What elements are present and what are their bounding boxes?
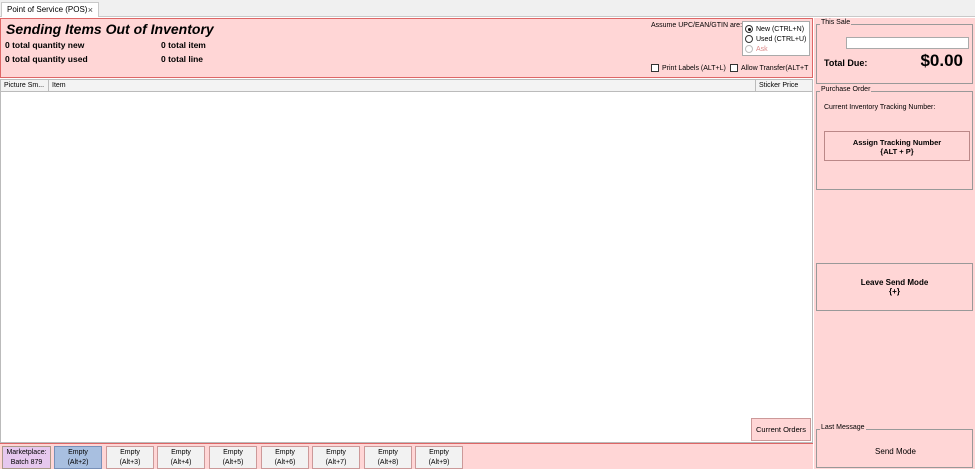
leave-button-label: Leave Send Mode (860, 278, 929, 287)
slot-label: Empty (120, 449, 140, 456)
held-sale-slot[interactable]: Empty (Alt+6) (261, 446, 309, 469)
tab-point-of-service[interactable]: Point of Service (POS) × (1, 2, 99, 17)
page-title: Sending Items Out of Inventory (6, 21, 214, 37)
radio-ask-option: Ask (745, 45, 768, 53)
grid-header: Picture Sm... Item Sticker Price (1, 80, 812, 92)
last-message-text: Send Mode (875, 447, 916, 456)
column-header-item[interactable]: Item (49, 80, 756, 92)
slot-shortcut: (Alt+7) (325, 459, 347, 466)
purchase-order-group: Purchase Order Current Inventory Trackin… (816, 86, 973, 190)
held-sale-slot[interactable]: Empty (Alt+4) (157, 446, 205, 469)
radio-new-label: New (CTRL+N) (756, 25, 805, 33)
slot-label: Empty (326, 449, 346, 456)
checkbox-icon[interactable] (651, 64, 659, 72)
batch-footer: Marketplace: Batch 879 Empty (Alt+2) Empt… (0, 443, 813, 469)
radio-ask-label: Ask (756, 45, 768, 53)
slot-shortcut: (Alt+3) (119, 459, 141, 466)
print-labels-checkbox[interactable]: Print Labels (ALT+L) (651, 64, 726, 72)
marketplace-batch-button[interactable]: Marketplace: Batch 879 (2, 446, 51, 469)
checkbox-icon[interactable] (730, 64, 738, 72)
slot-label: Empty (378, 449, 398, 456)
current-orders-button[interactable]: Current Orders (751, 418, 811, 441)
slot-label: Empty (223, 449, 243, 456)
close-icon[interactable]: × (88, 3, 93, 17)
radio-new-option[interactable]: New (CTRL+N) (745, 25, 804, 33)
batch-label: Marketplace: (6, 449, 47, 456)
assume-upc-label: Assume UPC/EAN/GTIN are: (651, 22, 743, 29)
sale-side-panel: This Sale Total Due: $0.00 Purchase Orde… (814, 18, 975, 469)
radio-disabled-icon (745, 45, 753, 53)
radio-selected-icon[interactable] (745, 25, 753, 33)
document-tab-bar: Point of Service (POS) × (0, 0, 975, 17)
held-sale-slot[interactable]: Empty (Alt+5) (209, 446, 257, 469)
slot-shortcut: (Alt+8) (377, 459, 399, 466)
send-mode-header: Sending Items Out of Inventory 0 total q… (0, 18, 813, 78)
total-due-value: $0.00 (920, 51, 963, 70)
last-message-label: Last Message (820, 424, 866, 431)
slot-shortcut: (Alt+4) (170, 459, 192, 466)
sale-input[interactable] (846, 37, 969, 49)
qty-new-stat: 0 total quantity new (5, 40, 85, 50)
slot-label: Empty (275, 449, 295, 456)
slot-shortcut: (Alt+5) (222, 459, 244, 466)
allow-transfer-label: Allow Transfer(ALT+T (741, 64, 809, 72)
slot-shortcut: (Alt+9) (428, 459, 450, 466)
total-line-stat: 0 total line (161, 54, 204, 64)
this-sale-label: This Sale (820, 19, 852, 26)
slot-label: Empty (68, 449, 88, 456)
held-sale-slot[interactable]: Empty (Alt+7) (312, 446, 360, 469)
items-grid[interactable]: Picture Sm... Item Sticker Price Current… (0, 79, 813, 443)
leave-button-shortcut: {+} (889, 287, 900, 296)
print-labels-label: Print Labels (ALT+L) (662, 64, 726, 72)
held-sale-slot[interactable]: Empty (Alt+3) (106, 446, 154, 469)
qty-used-stat: 0 total quantity used (5, 54, 88, 64)
assign-tracking-number-button[interactable]: Assign Tracking Number {ALT + P} (824, 131, 970, 161)
this-sale-group: This Sale Total Due: $0.00 (816, 19, 973, 84)
total-item-stat: 0 total item (161, 40, 206, 50)
batch-number: Batch 879 (10, 459, 43, 466)
allow-transfer-checkbox[interactable]: Allow Transfer(ALT+T (730, 64, 808, 72)
slot-shortcut: (Alt+2) (67, 459, 89, 466)
condition-radio-group: New (CTRL+N) Used (CTRL+U) Ask (742, 21, 810, 56)
held-sale-slot[interactable]: Empty (Alt+8) (364, 446, 412, 469)
column-header-sticker-price[interactable]: Sticker Price (756, 80, 812, 92)
slot-label: Empty (171, 449, 191, 456)
purchase-order-label: Purchase Order (820, 86, 872, 93)
slot-shortcut: (Alt+6) (274, 459, 296, 466)
slot-label: Empty (429, 449, 449, 456)
tracking-number-label: Current Inventory Tracking Number: (824, 104, 936, 111)
leave-send-mode-button[interactable]: Leave Send Mode {+} (816, 263, 973, 311)
radio-used-label: Used (CTRL+U) (756, 35, 807, 43)
assign-button-label: Assign Tracking Number (852, 138, 942, 147)
last-message-group: Last Message Send Mode (816, 424, 973, 468)
held-sale-slot[interactable]: Empty (Alt+9) (415, 446, 463, 469)
tab-title: Point of Service (POS) (7, 5, 88, 14)
total-due-label: Total Due: (824, 58, 868, 68)
held-sale-slot[interactable]: Empty (Alt+2) (54, 446, 102, 469)
radio-used-option[interactable]: Used (CTRL+U) (745, 35, 806, 43)
radio-unselected-icon[interactable] (745, 35, 753, 43)
assign-button-shortcut: {ALT + P} (880, 147, 914, 156)
column-header-picture[interactable]: Picture Sm... (1, 80, 49, 92)
